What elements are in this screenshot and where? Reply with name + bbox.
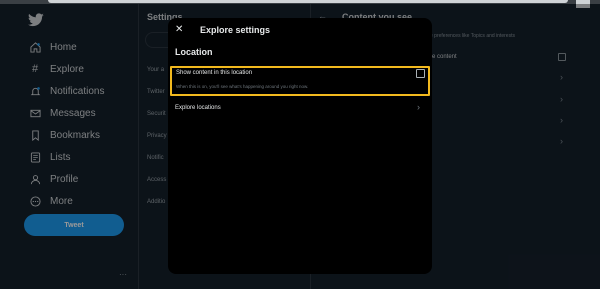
chevron-right-icon[interactable]: › bbox=[417, 102, 420, 112]
show-content-location-label[interactable]: Show content in this location bbox=[176, 70, 252, 76]
show-content-location-checkbox[interactable] bbox=[416, 69, 425, 78]
address-bar[interactable] bbox=[48, 0, 568, 3]
show-content-location-description: When this is on, you'll see what's happe… bbox=[176, 84, 309, 89]
modal-title: Explore settings bbox=[200, 25, 271, 35]
explore-settings-modal: ✕ Explore settings Location Show content… bbox=[168, 18, 432, 274]
explore-locations-link[interactable]: Explore locations bbox=[175, 105, 221, 111]
close-icon[interactable]: ✕ bbox=[175, 24, 183, 36]
section-title: Location bbox=[175, 47, 213, 57]
